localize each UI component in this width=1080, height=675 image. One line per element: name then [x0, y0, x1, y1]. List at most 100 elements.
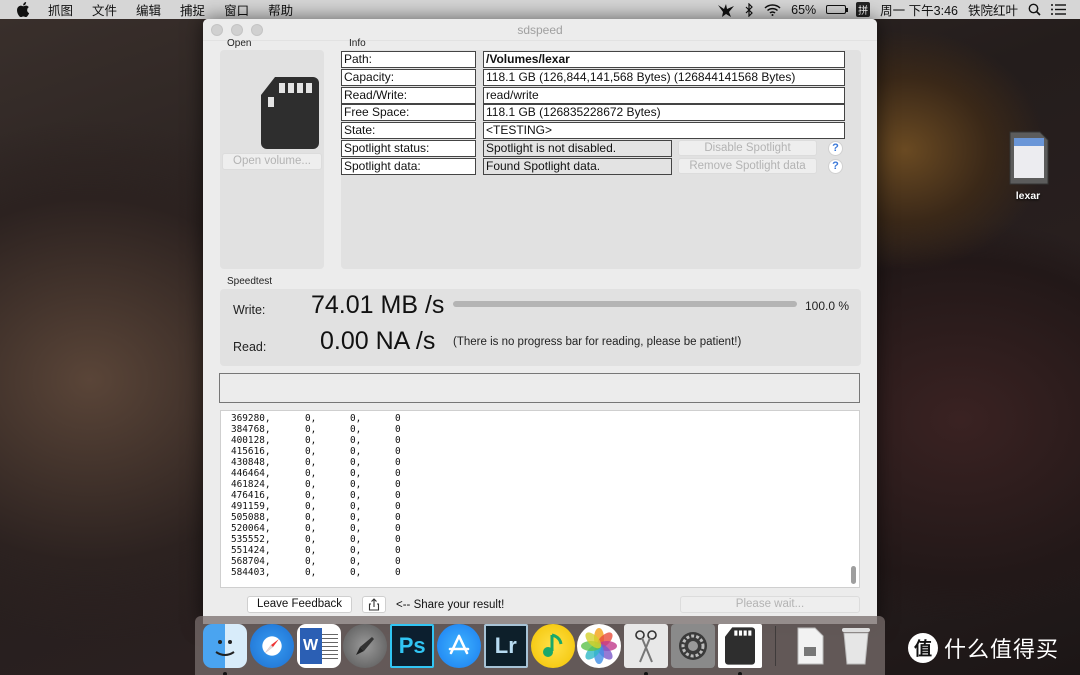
log-cell: 0,: [350, 490, 362, 501]
log-scrollbar[interactable]: [851, 566, 856, 584]
disable-spotlight-button[interactable]: Disable Spotlight: [678, 140, 817, 156]
title-bar[interactable]: sdspeed: [203, 19, 877, 41]
log-cell: 0: [395, 556, 401, 567]
menu-window[interactable]: 窗口: [224, 0, 249, 19]
info-key-free-space: Free Space:: [341, 104, 476, 121]
finder-icon: [215, 639, 235, 656]
lexar-volume-icon[interactable]: [1006, 130, 1050, 186]
dock-safari[interactable]: [249, 623, 294, 668]
photos-flower-icon: [581, 627, 618, 664]
remove-spotlight-data-button[interactable]: Remove Spotlight data: [678, 158, 817, 174]
log-cell: 0,: [305, 468, 317, 479]
info-value-readwrite: read/write: [483, 87, 845, 104]
log-cell: 0: [395, 468, 401, 479]
bluetooth-icon[interactable]: [745, 2, 754, 17]
gear-icon: [678, 631, 707, 660]
log-cell: 415616,: [231, 446, 271, 457]
log-cell: 0,: [305, 523, 317, 534]
dock-launchpad[interactable]: [343, 623, 388, 668]
log-cell: 369280,: [231, 413, 271, 424]
share-hint: <-- Share your result!: [396, 599, 505, 611]
log-cell: 0: [395, 479, 401, 490]
user-name[interactable]: 铁院红叶: [968, 0, 1018, 19]
log-cell: 0: [395, 457, 401, 468]
share-button[interactable]: [362, 596, 386, 613]
info-value-path: /Volumes/lexar: [483, 51, 845, 68]
menu-capture[interactable]: 捕捉: [180, 0, 205, 19]
spotlight-status-help-button[interactable]: ?: [828, 141, 843, 156]
log-view[interactable]: 369280, 0, 0, 0 384768, 0, 0, 0 400128, 0, 0, 0 4156…: [220, 410, 860, 588]
menu-file[interactable]: 文件: [92, 0, 117, 19]
dock-finder[interactable]: [203, 623, 247, 675]
dock-document[interactable]: [788, 624, 832, 668]
apple-menu-icon[interactable]: [16, 2, 30, 17]
log-row: 384768, 0, 0, 0: [221, 424, 859, 435]
log-cell: 491159,: [231, 501, 271, 512]
log-cell: 0,: [350, 501, 362, 512]
dock-screenshot[interactable]: [624, 623, 669, 675]
info-value-state: <TESTING>: [483, 122, 845, 139]
menu-grab[interactable]: 抓图: [48, 0, 73, 19]
info-key-spotlight-data: Spotlight data:: [341, 158, 476, 175]
input-method-icon[interactable]: 拼: [856, 2, 871, 17]
word-icon: W: [299, 627, 322, 664]
dock-system-preferences[interactable]: [670, 623, 715, 668]
open-volume-button[interactable]: Open volume...: [222, 153, 322, 170]
info-value-spotlight-status: Spotlight is not disabled.: [483, 140, 672, 157]
clock[interactable]: 周一 下午3:46: [880, 0, 958, 19]
log-cell: 568704,: [231, 556, 271, 567]
info-key-readwrite: Read/Write:: [341, 87, 476, 104]
dock-photoshop[interactable]: Ps: [390, 623, 435, 668]
leave-feedback-button[interactable]: Leave Feedback: [247, 596, 352, 613]
dock-sdspeed[interactable]: [717, 623, 762, 675]
notification-center-icon[interactable]: [1051, 4, 1066, 15]
log-cell: 535552,: [231, 534, 271, 545]
write-progress-percent: 100.0 %: [805, 299, 850, 313]
log-cell: 0,: [350, 479, 362, 490]
log-cell: 0,: [350, 435, 362, 446]
log-cell: 0,: [305, 457, 317, 468]
log-cell: 461824,: [231, 479, 271, 490]
wifi-icon[interactable]: [764, 3, 781, 16]
dock-qq-music[interactable]: [530, 623, 575, 668]
document-icon: [797, 627, 824, 664]
log-row: 551424, 0, 0, 0: [221, 545, 859, 556]
spotlight-data-help-button[interactable]: ?: [828, 159, 843, 174]
speedtest-group-label: Speedtest: [227, 276, 273, 287]
word-lines: [321, 630, 338, 661]
watermark-text: 什么值得买: [944, 637, 1060, 662]
info-key-path: Path:: [341, 51, 476, 68]
log-cell: 0,: [350, 468, 362, 479]
log-cell: 0,: [305, 435, 317, 446]
write-label: Write:: [233, 303, 266, 317]
spotlight-search-icon[interactable]: [1028, 3, 1041, 16]
dock-trash[interactable]: [834, 624, 878, 668]
log-cell: 0: [395, 534, 401, 545]
dock-word[interactable]: W: [296, 623, 341, 668]
battery-icon[interactable]: [826, 5, 849, 14]
log-cell: 0: [395, 446, 401, 457]
open-group-label: Open: [227, 38, 252, 49]
lexar-volume-label[interactable]: lexar: [1000, 190, 1056, 202]
info-value-capacity: 118.1 GB (126,844,141,568 Bytes) (126844…: [483, 69, 845, 86]
dock-photos[interactable]: [577, 623, 622, 668]
write-progress-fill: [453, 301, 797, 307]
menu-edit[interactable]: 编辑: [136, 0, 161, 19]
log-cell: 0,: [305, 424, 317, 435]
trash-icon: [842, 627, 871, 664]
scissors-icon: [635, 629, 657, 662]
please-wait-button[interactable]: Please wait...: [680, 596, 860, 613]
log-cell: 0,: [305, 490, 317, 501]
dock-app-store[interactable]: [436, 623, 481, 668]
info-key-state: State:: [341, 122, 476, 139]
menu-help[interactable]: 帮助: [268, 0, 293, 19]
window-title: sdspeed: [517, 22, 563, 37]
log-row: 520064, 0, 0, 0: [221, 523, 859, 534]
log-cell: 0,: [350, 413, 362, 424]
dock-lightroom[interactable]: Lr: [483, 623, 528, 668]
info-value-free-space: 118.1 GB (126835228672 Bytes): [483, 104, 845, 121]
log-cell: 0: [395, 413, 401, 424]
log-cell: 446464,: [231, 468, 271, 479]
log-cell: 0,: [350, 545, 362, 556]
bird-status-icon[interactable]: [717, 3, 735, 17]
